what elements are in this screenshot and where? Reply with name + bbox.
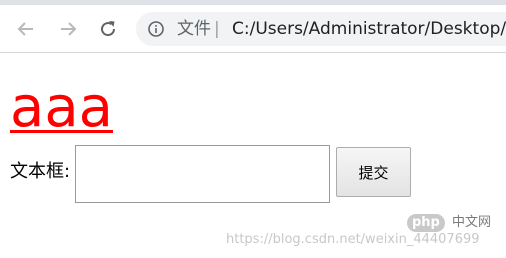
scheme-label: 文件 [177, 19, 211, 39]
text-input[interactable] [75, 145, 330, 203]
arrow-left-icon [17, 22, 33, 36]
text-field-label: 文本框: [10, 161, 71, 182]
reload-button[interactable] [96, 17, 120, 41]
address-bar[interactable]: 文件 | C:/Users/Administrator/Desktop/ [136, 12, 506, 46]
watermark-site-name: 中文网 [452, 215, 492, 230]
watermark-php-badge: php [407, 214, 445, 232]
info-circle-icon[interactable] [148, 21, 164, 37]
forward-button[interactable] [56, 17, 80, 41]
reload-icon [101, 21, 116, 37]
address-separator: | [214, 19, 220, 39]
submit-button[interactable]: 提交 [336, 147, 411, 197]
arrow-right-icon [61, 22, 77, 36]
browser-toolbar: 文件 | C:/Users/Administrator/Desktop/ [0, 5, 506, 53]
watermark-url: https://blog.csdn.net/weixin_44407699 [226, 232, 480, 247]
url-text[interactable]: C:/Users/Administrator/Desktop/ [232, 18, 506, 40]
heading-link[interactable]: aaa [10, 78, 113, 138]
back-button[interactable] [14, 17, 38, 41]
